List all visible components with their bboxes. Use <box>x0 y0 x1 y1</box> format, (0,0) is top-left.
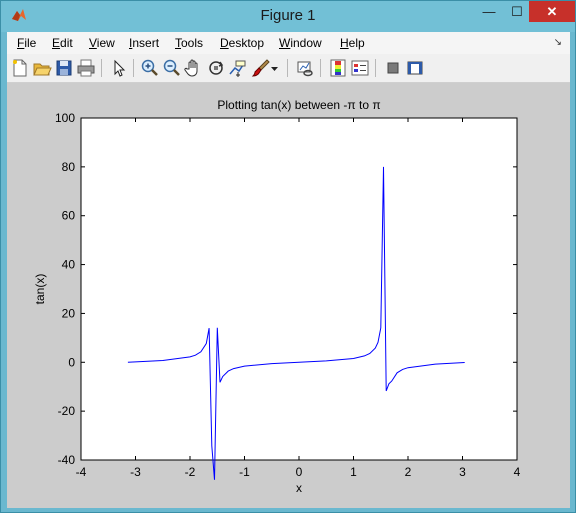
brush-dropdown-icon[interactable] <box>269 58 281 78</box>
x-tick-label: 1 <box>350 465 357 479</box>
chart-title: Plotting tan(x) between -π to π <box>217 98 380 112</box>
y-tick-label: 0 <box>68 355 75 369</box>
pan-hand-icon[interactable] <box>184 58 204 78</box>
figure-client-area: File Edit View Insert Tools Desktop Wind… <box>7 32 570 508</box>
zoom-out-icon[interactable] <box>162 58 182 78</box>
colorbar-icon[interactable] <box>328 58 348 78</box>
dock-arrow-icon[interactable]: ↘ <box>554 37 562 48</box>
x-tick-label: -2 <box>185 465 196 479</box>
x-tick-label: 4 <box>514 465 521 479</box>
toolbar-separator <box>320 59 321 77</box>
menu-insert[interactable]: Insert <box>129 36 159 50</box>
legend-icon[interactable] <box>350 58 370 78</box>
axes-background[interactable] <box>80 117 518 461</box>
show-plot-tools-icon[interactable] <box>405 58 425 78</box>
edit-plot-arrow-icon[interactable] <box>109 58 129 78</box>
x-tick-label: 3 <box>459 465 466 479</box>
open-file-icon[interactable] <box>32 58 52 78</box>
rotate-3d-icon[interactable] <box>206 58 226 78</box>
new-figure-icon[interactable] <box>10 58 30 78</box>
y-tick-label: 40 <box>62 258 76 272</box>
y-tick-label: -40 <box>58 453 76 467</box>
menu-desktop[interactable]: Desktop <box>220 36 264 50</box>
print-icon[interactable] <box>76 58 96 78</box>
y-tick-label: 100 <box>55 111 75 125</box>
brush-icon[interactable] <box>251 58 271 78</box>
y-tick-label: -20 <box>58 404 76 418</box>
toolbar-separator <box>101 59 102 77</box>
figure-window: Figure 1 — ☐ ✕ File Edit View Insert Too… <box>0 0 576 513</box>
close-button[interactable]: ✕ <box>529 1 575 22</box>
x-tick-label: -4 <box>76 465 87 479</box>
save-icon[interactable] <box>54 58 74 78</box>
data-cursor-icon[interactable] <box>228 58 248 78</box>
zoom-in-icon[interactable] <box>140 58 160 78</box>
toolbar-separator <box>287 59 288 77</box>
x-tick-label: 0 <box>296 465 303 479</box>
toolbar-separator <box>133 59 134 77</box>
menu-edit[interactable]: Edit <box>52 36 73 50</box>
title-bar[interactable]: Figure 1 — ☐ ✕ <box>1 1 575 32</box>
y-tick-label: 60 <box>62 209 76 223</box>
figure-toolbar <box>7 54 570 83</box>
x-axis-label: x <box>296 481 302 495</box>
menu-file[interactable]: File <box>17 36 36 50</box>
maximize-button[interactable]: ☐ <box>503 2 531 22</box>
toolbar-separator <box>375 59 376 77</box>
menu-tools[interactable]: Tools <box>175 36 203 50</box>
y-axis-label: tan(x) <box>33 274 47 305</box>
menu-window[interactable]: Window <box>279 36 322 50</box>
x-tick-label: 2 <box>405 465 412 479</box>
y-tick-label: 20 <box>62 306 76 320</box>
hide-plot-tools-icon[interactable] <box>383 58 403 78</box>
link-plot-icon[interactable] <box>295 58 315 78</box>
figure-canvas: Plotting tan(x) between -π to π -4 -3 -2 -1… <box>33 98 521 495</box>
minimize-button[interactable]: — <box>475 2 503 22</box>
y-tick-label: 80 <box>62 160 76 174</box>
menu-bar: File Edit View Insert Tools Desktop Wind… <box>7 32 570 54</box>
x-tick-label: -1 <box>239 465 250 479</box>
menu-view[interactable]: View <box>89 36 115 50</box>
x-tick-label: -3 <box>130 465 141 479</box>
menu-help[interactable]: Help <box>340 36 365 50</box>
